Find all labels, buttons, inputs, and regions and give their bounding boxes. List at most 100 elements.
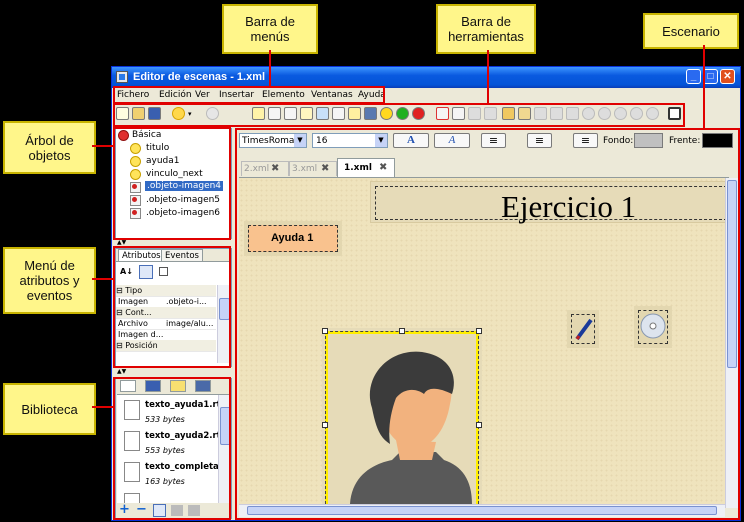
- resize-handle[interactable]: [399, 328, 405, 334]
- open-folder-icon[interactable]: [132, 107, 145, 120]
- selected-image[interactable]: [322, 328, 482, 504]
- bring-front-icon[interactable]: [518, 107, 531, 120]
- music-icon[interactable]: [348, 107, 361, 120]
- text-field-icon[interactable]: [284, 107, 297, 120]
- attributes-scrollbar[interactable]: [217, 285, 230, 363]
- paste-icon[interactable]: [468, 107, 481, 120]
- menu-elemento[interactable]: Elemento: [262, 90, 305, 100]
- menu-ayuda[interactable]: Ayuda: [358, 90, 386, 100]
- font-select[interactable]: TimesRoman ▼: [239, 133, 307, 148]
- preview-icon[interactable]: [668, 107, 681, 120]
- library-item[interactable]: texto_ayuda2.rt 553 bytes: [121, 429, 225, 459]
- document-tab-icon[interactable]: [120, 380, 136, 392]
- select-area-icon[interactable]: [268, 107, 281, 120]
- tree-item-objeto-imagen4[interactable]: .objeto-imagen4: [145, 181, 224, 191]
- size-select-value: 16: [316, 136, 328, 146]
- image-tab-icon[interactable]: [145, 380, 161, 392]
- tree-root[interactable]: Básica: [132, 130, 161, 140]
- menu-edicion[interactable]: Edición: [159, 90, 192, 100]
- undo-icon[interactable]: [172, 107, 185, 120]
- sort-alpha-icon[interactable]: A↓: [120, 266, 133, 278]
- align-right-button[interactable]: ≡: [573, 133, 598, 148]
- align-center-button[interactable]: ≡: [527, 133, 552, 148]
- menu-fichero[interactable]: Fichero: [117, 90, 149, 100]
- align-icon[interactable]: [582, 107, 595, 120]
- align-left-button[interactable]: ≡: [481, 133, 506, 148]
- library-item[interactable]: texto_ayuda1.rt 533 bytes: [121, 398, 225, 428]
- pen-icon[interactable]: [567, 310, 599, 348]
- italic-button[interactable]: A: [434, 133, 470, 148]
- grid-view-icon[interactable]: [159, 267, 168, 276]
- send-back-icon[interactable]: [534, 107, 547, 120]
- menu-insertar[interactable]: Insertar: [219, 90, 254, 100]
- size-select[interactable]: 16 ▼: [312, 133, 388, 148]
- background-color-swatch[interactable]: [634, 133, 663, 148]
- settings-icon[interactable]: [646, 107, 659, 120]
- minimize-button[interactable]: _: [686, 69, 701, 84]
- stage-horizontal-scrollbar[interactable]: [239, 504, 725, 517]
- group-icon[interactable]: [614, 107, 627, 120]
- tab-2-xml[interactable]: 2.xml: [241, 161, 289, 176]
- menu-ver[interactable]: Ver: [195, 90, 210, 100]
- copy-icon[interactable]: [452, 107, 465, 120]
- new-file-icon[interactable]: [116, 107, 129, 120]
- arrow-right-icon[interactable]: [566, 107, 579, 120]
- edit-icon[interactable]: [188, 505, 200, 516]
- delete-icon[interactable]: [484, 107, 497, 120]
- remove-icon[interactable]: −: [136, 503, 149, 517]
- connector-stage: [703, 45, 705, 129]
- library-item-size: 553 bytes: [145, 446, 185, 455]
- document-icon[interactable]: [332, 107, 345, 120]
- tree-item-ayuda1[interactable]: ayuda1: [146, 156, 180, 166]
- help-button[interactable]: Ayuda 1: [244, 221, 342, 256]
- tree-item-vinculo-next[interactable]: vinculo_next: [146, 169, 203, 179]
- add-icon[interactable]: +: [119, 503, 132, 517]
- edit-text-icon[interactable]: [300, 107, 313, 120]
- tab-atributos[interactable]: Atributos: [118, 249, 165, 261]
- refresh-icon[interactable]: [153, 504, 166, 517]
- image-icon[interactable]: [316, 107, 329, 120]
- splitter-handle[interactable]: ▲▼: [117, 240, 126, 246]
- arrow-left-icon[interactable]: [550, 107, 563, 120]
- archive-icon[interactable]: [502, 107, 515, 120]
- redo-icon[interactable]: [206, 107, 219, 120]
- tree-item-objeto-imagen6[interactable]: .objeto-imagen6: [146, 208, 220, 218]
- close-tab-icon[interactable]: ✖: [321, 163, 329, 174]
- red-circle-icon[interactable]: [412, 107, 425, 120]
- bold-button[interactable]: A: [393, 133, 429, 148]
- resize-handle[interactable]: [476, 422, 482, 428]
- export-icon[interactable]: [171, 505, 183, 516]
- yellow-circle-icon[interactable]: [380, 107, 393, 120]
- green-circle-icon[interactable]: [396, 107, 409, 120]
- distribute-icon[interactable]: [598, 107, 611, 120]
- foreground-color-swatch[interactable]: [702, 133, 733, 148]
- library-item[interactable]: texto_completa 163 bytes: [121, 460, 225, 490]
- pointer-icon[interactable]: [252, 107, 265, 120]
- close-tab-icon[interactable]: ✖: [271, 163, 279, 174]
- film-icon[interactable]: [364, 107, 377, 120]
- film-tab-icon[interactable]: [195, 380, 211, 392]
- tree-item-titulo[interactable]: titulo: [146, 143, 169, 153]
- tab-eventos[interactable]: Eventos: [161, 249, 203, 261]
- music-tab-icon[interactable]: [170, 380, 186, 392]
- cd-icon[interactable]: [634, 306, 672, 348]
- resize-handle[interactable]: [322, 422, 328, 428]
- menu-ventanas[interactable]: Ventanas: [311, 90, 353, 100]
- splitter-handle[interactable]: ▲▼: [117, 369, 126, 375]
- library-scrollbar[interactable]: [218, 395, 231, 503]
- stage-vertical-scrollbar[interactable]: [725, 178, 739, 508]
- resize-handle[interactable]: [476, 328, 482, 334]
- tree-item-objeto-imagen5[interactable]: .objeto-imagen5: [146, 195, 220, 205]
- section-position[interactable]: ⊟ Posición: [116, 340, 216, 352]
- categorized-icon[interactable]: [139, 265, 153, 279]
- stage-title-box[interactable]: Ejercicio 1: [370, 181, 730, 224]
- close-tab-icon[interactable]: ✖: [379, 162, 387, 173]
- resize-handle[interactable]: [322, 328, 328, 334]
- tab-3-xml[interactable]: 3.xml: [289, 161, 337, 176]
- cut-icon[interactable]: [436, 107, 449, 120]
- save-icon[interactable]: [148, 107, 161, 120]
- maximize-button[interactable]: □: [703, 69, 718, 84]
- chevron-down-icon[interactable]: ▾: [188, 110, 192, 118]
- close-button[interactable]: ✕: [720, 69, 735, 84]
- ungroup-icon[interactable]: [630, 107, 643, 120]
